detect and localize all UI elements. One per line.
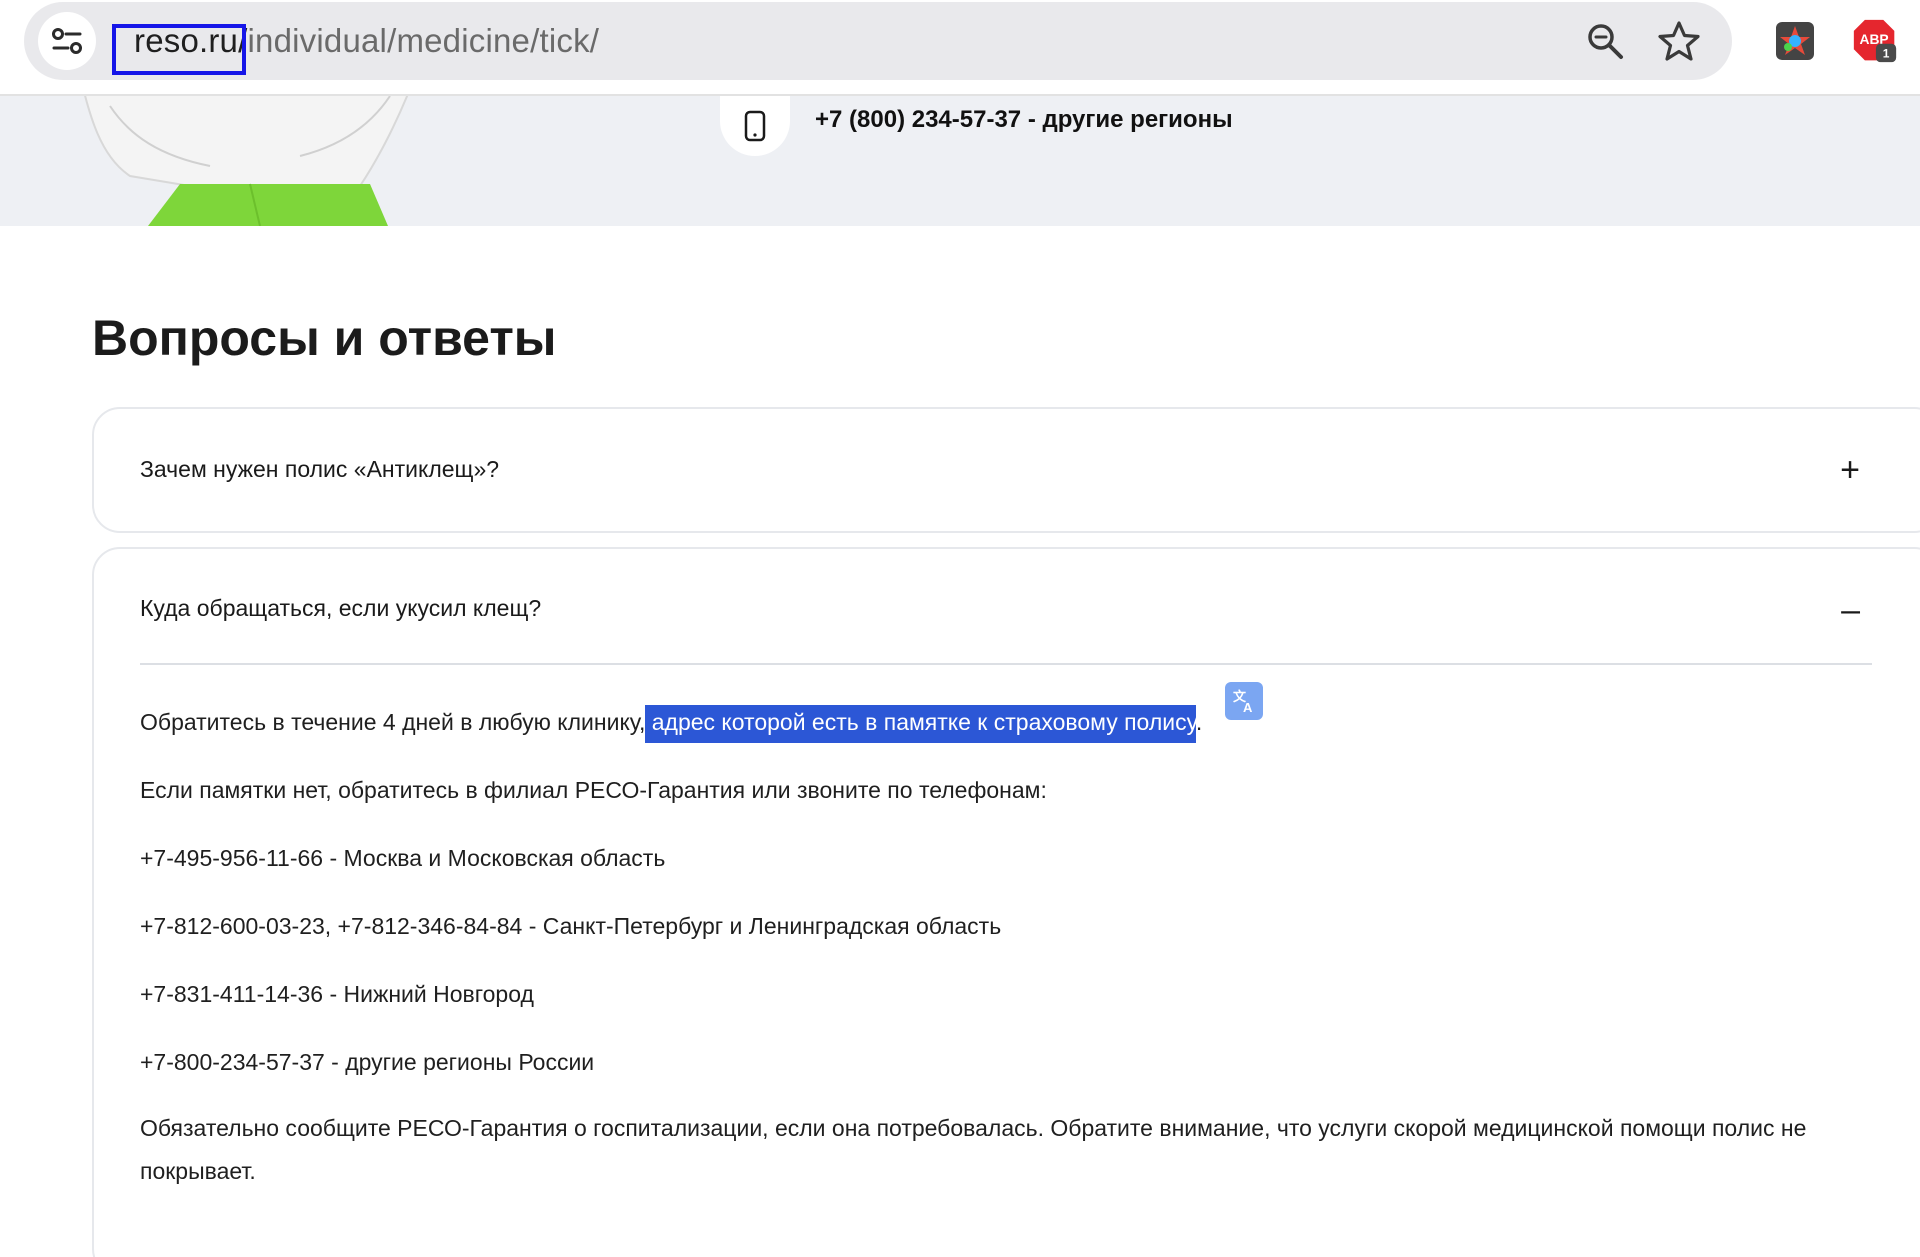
tune-icon — [52, 28, 82, 54]
adblock-badge-count: 1 — [1883, 47, 1890, 61]
svg-text:A: A — [1243, 700, 1253, 715]
collapse-minus-icon[interactable]: – — [1841, 593, 1860, 627]
expand-plus-icon[interactable]: + — [1840, 453, 1860, 487]
url-path: individual/medicine/tick/ — [247, 22, 600, 59]
faq-item-expanded: Куда обращаться, если укусил клещ? – Обр… — [92, 547, 1920, 1257]
translate-button[interactable]: 文 A — [1225, 682, 1263, 720]
star-icon — [1658, 21, 1700, 61]
browser-toolbar: reso.ru/individual/medicine/tick/ ABP 1 — [0, 0, 1920, 96]
phone-regions: +7-800-234-57-37 - другие регионы России — [140, 1049, 595, 1075]
color-extension-icon — [1776, 22, 1814, 60]
selected-text: адрес которой есть в памятке к страховом… — [645, 705, 1196, 743]
answer-line-1: Обратитесь в течение 4 дней в любую клин… — [140, 705, 1203, 743]
site-info-button[interactable] — [38, 12, 96, 70]
faq-question[interactable]: Зачем нужен полис «Антиклещ»? — [140, 456, 499, 483]
hero-phone-number[interactable]: +7 (800) 234-57-37 - другие регионы — [815, 106, 1233, 134]
faq-item[interactable]: Зачем нужен полис «Антиклещ»? + — [92, 407, 1920, 533]
mobile-phone-icon — [744, 110, 766, 142]
address-bar[interactable]: reso.ru/individual/medicine/tick/ — [24, 2, 1732, 80]
answer-line-2: Если памятки нет, обратитесь в филиал РЕ… — [140, 777, 1047, 803]
adblock-extension-button[interactable]: ABP 1 — [1852, 18, 1898, 64]
faq-divider — [140, 663, 1872, 665]
url-host-highlight-box — [112, 24, 246, 75]
bookmark-button[interactable] — [1656, 18, 1702, 64]
translate-icon: 文 A — [1233, 689, 1253, 715]
color-extension-button[interactable] — [1772, 18, 1818, 64]
phone-spb: +7-812-600-03-23, +7-812-346-84-84 - Сан… — [140, 913, 1002, 939]
zoom-icon — [1588, 24, 1623, 59]
doctor-illustration — [84, 96, 409, 226]
zoom-button[interactable] — [1582, 18, 1628, 64]
faq-title: Вопросы и ответы — [92, 310, 557, 366]
faq-question[interactable]: Куда обращаться, если укусил клещ? — [140, 595, 541, 622]
adblock-icon: ABP 1 — [1853, 19, 1897, 63]
phone-moscow: +7-495-956-11-66 - Москва и Московская о… — [140, 845, 666, 871]
answer-note: Обязательно сообщите РЕСО-Гарантия о гос… — [140, 1115, 1807, 1184]
phone-icon-circle — [720, 96, 790, 156]
contact-banner: +7 (800) 234-57-37 - другие регионы — [0, 96, 1920, 226]
answer-text-end: . — [1195, 709, 1203, 735]
page-content: +7 (800) 234-57-37 - другие регионы Вопр… — [0, 96, 1920, 1257]
phone-nn: +7-831-411-14-36 - Нижний Новгород — [140, 981, 534, 1007]
answer-text: Обратитесь в течение 4 дней в любую клин… — [140, 709, 646, 735]
